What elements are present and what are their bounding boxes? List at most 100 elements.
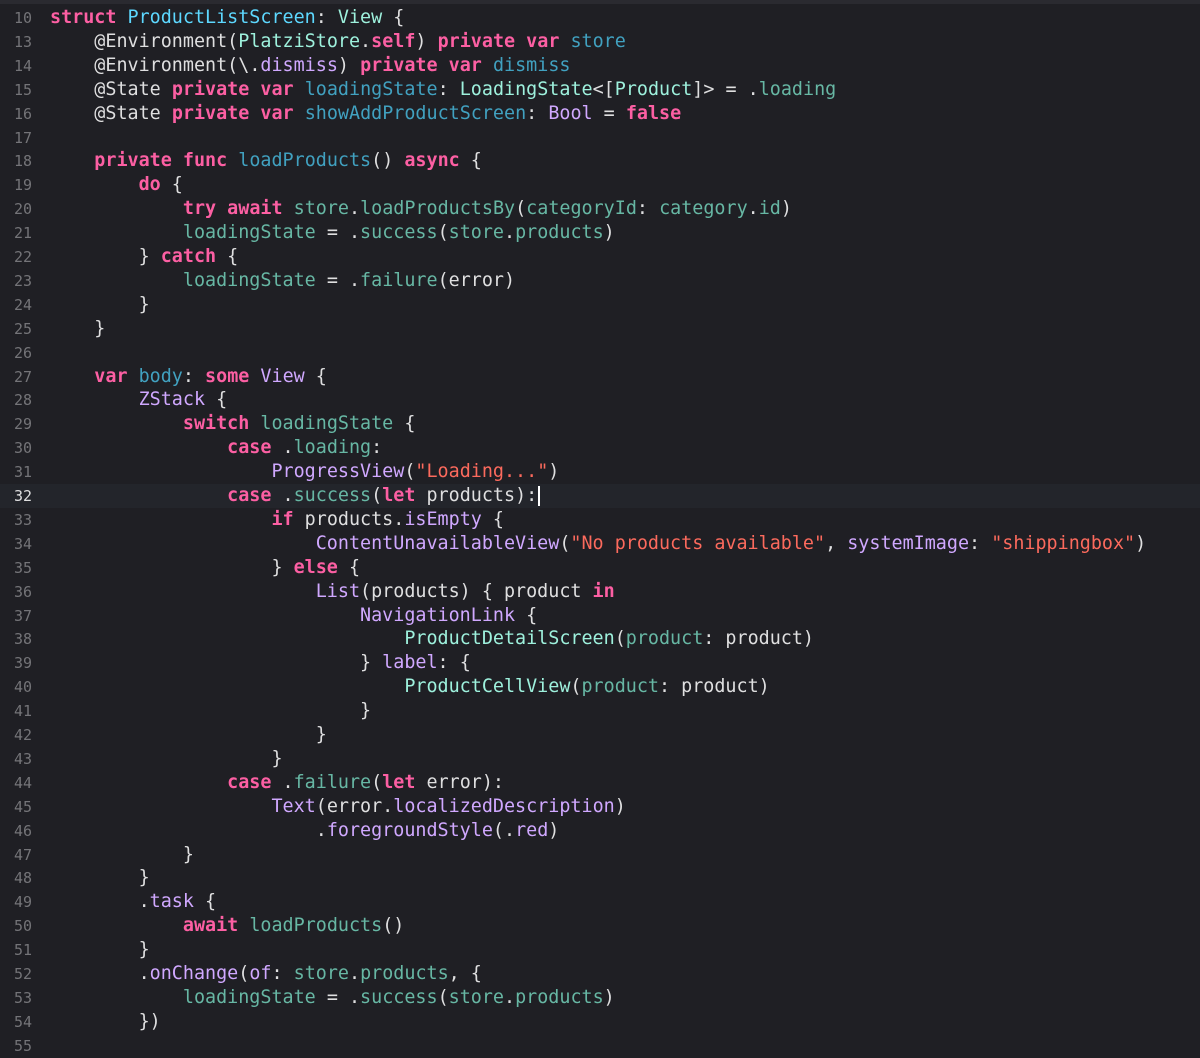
- code-line[interactable]: 35 } else {: [0, 556, 1200, 580]
- code-token: (\.: [227, 54, 261, 76]
- code-token: async: [404, 150, 460, 172]
- code-line[interactable]: 10 struct ProductListScreen: View {: [0, 6, 1200, 30]
- code-line[interactable]: 13 @Environment(PlatziStore.self) privat…: [0, 30, 1200, 54]
- code-text: NavigationLink {: [50, 604, 537, 628]
- code-line[interactable]: 42 }: [0, 723, 1200, 747]
- code-editor[interactable]: 10 struct ProductListScreen: View {13 @En…: [0, 0, 1200, 1055]
- code-line[interactable]: 46 .foregroundStyle(.red): [0, 819, 1200, 843]
- code-token: private: [360, 54, 438, 76]
- code-token: ): [603, 222, 615, 244]
- line-number: 20: [13, 200, 32, 219]
- code-token: :: [182, 365, 206, 387]
- code-line[interactable]: 29 switch loadingState {: [0, 412, 1200, 436]
- code-line[interactable]: 14 @Environment(\.dismiss) private var d…: [0, 54, 1200, 78]
- line-number: 37: [13, 606, 32, 625]
- code-line[interactable]: 45 Text(error.localizedDescription): [0, 795, 1200, 819]
- code-line[interactable]: 18 private func loadProducts() async {: [0, 149, 1200, 173]
- code-token: (): [371, 150, 405, 172]
- code-line[interactable]: 15 @State private var loadingState: Load…: [0, 78, 1200, 102]
- code-token: ]> = .: [692, 78, 759, 100]
- code-line[interactable]: 44 case .failure(let error):: [0, 771, 1200, 795]
- text-cursor: [538, 486, 541, 506]
- code-token: label: [382, 652, 438, 674]
- code-line[interactable]: 24 }: [0, 293, 1200, 317]
- line-number: 54: [13, 1012, 32, 1031]
- code-text: .task {: [50, 890, 217, 914]
- code-line[interactable]: 48 }: [0, 866, 1200, 890]
- code-line[interactable]: 16 @State private var showAddProductScre…: [0, 102, 1200, 126]
- code-line[interactable]: 36 List(products) { product in: [0, 580, 1200, 604]
- code-text: case .loading:: [50, 436, 382, 460]
- line-number: 43: [13, 749, 32, 768]
- code-line[interactable]: 49 .task {: [0, 890, 1200, 914]
- code-token: (products) { product: [360, 580, 593, 602]
- code-line[interactable]: 17: [0, 126, 1200, 150]
- code-token: }): [50, 1010, 161, 1032]
- code-token: (: [404, 461, 416, 483]
- code-line[interactable]: 33 if products.isEmpty {: [0, 508, 1200, 532]
- code-token: {: [393, 413, 416, 435]
- code-token: var: [260, 78, 294, 100]
- code-token: .: [271, 771, 294, 793]
- code-line[interactable]: 50 await loadProducts(): [0, 914, 1200, 938]
- code-token: }: [50, 747, 283, 769]
- code-line[interactable]: 47 }: [0, 843, 1200, 867]
- code-token: = .: [315, 222, 361, 244]
- code-line[interactable]: 37 NavigationLink {: [0, 604, 1200, 628]
- code-token: LoadingState: [459, 78, 593, 100]
- code-line[interactable]: 21 loadingState = .success(store.product…: [0, 221, 1200, 245]
- code-line[interactable]: 25 }: [0, 317, 1200, 341]
- code-line[interactable]: 26: [0, 341, 1200, 365]
- code-token: products.: [293, 508, 405, 530]
- code-line[interactable]: 22 } catch {: [0, 245, 1200, 269]
- line-number: 14: [13, 56, 32, 75]
- code-line[interactable]: 30 case .loading:: [0, 436, 1200, 460]
- code-line[interactable]: 32 case .success(let products):: [0, 484, 1200, 508]
- code-token: ,: [825, 532, 848, 554]
- code-token: (: [371, 485, 383, 506]
- code-line[interactable]: 51 }: [0, 938, 1200, 962]
- code-line[interactable]: 28 ZStack {: [0, 388, 1200, 412]
- code-line[interactable]: 54 }): [0, 1010, 1200, 1034]
- code-line[interactable]: 39 } label: {: [0, 651, 1200, 675]
- code-token: loadingState: [182, 222, 316, 244]
- code-token: private: [171, 78, 250, 100]
- code-token: product: [581, 676, 659, 698]
- code-line[interactable]: 31 ProgressView("Loading..."): [0, 460, 1200, 484]
- code-line[interactable]: 52 .onChange(of: store.products, {: [0, 962, 1200, 986]
- code-token: let: [382, 771, 416, 793]
- code-token: failure: [293, 771, 372, 793]
- code-token: products: [515, 222, 604, 244]
- code-text: ContentUnavailableView("No products avai…: [50, 532, 1146, 556]
- code-line[interactable]: 43 }: [0, 747, 1200, 771]
- code-token: .: [271, 485, 294, 506]
- code-token: =: [592, 102, 626, 124]
- code-line[interactable]: 53 loadingState = .success(store.product…: [0, 986, 1200, 1010]
- code-line[interactable]: 38 ProductDetailScreen(product: product): [0, 627, 1200, 651]
- line-number: 53: [13, 988, 32, 1007]
- code-line[interactable]: 20 try await store.loadProductsBy(catego…: [0, 197, 1200, 221]
- line-number: 13: [13, 32, 32, 51]
- code-token: store: [293, 963, 349, 984]
- code-line[interactable]: 34 ContentUnavailableView("No products a…: [0, 532, 1200, 556]
- code-token: :: [526, 102, 549, 124]
- code-text: List(products) { product in: [50, 580, 615, 604]
- code-line[interactable]: 23 loadingState = .failure(error): [0, 269, 1200, 293]
- code-token: loadProductsBy: [360, 198, 516, 220]
- code-token: Bool: [548, 102, 593, 124]
- code-token: some: [205, 365, 250, 387]
- code-line[interactable]: 40 ProductCellView(product: product): [0, 675, 1200, 699]
- line-number: 18: [13, 152, 32, 171]
- code-line[interactable]: 27 var body: some View {: [0, 365, 1200, 389]
- code-token: "No products available": [570, 532, 826, 554]
- code-token: , {: [448, 963, 482, 984]
- code-token: ProductCellView: [404, 676, 571, 698]
- code-line[interactable]: 19 do {: [0, 173, 1200, 197]
- line-number: 44: [13, 773, 32, 792]
- code-token: (error.: [315, 795, 394, 817]
- code-line[interactable]: 41 }: [0, 699, 1200, 723]
